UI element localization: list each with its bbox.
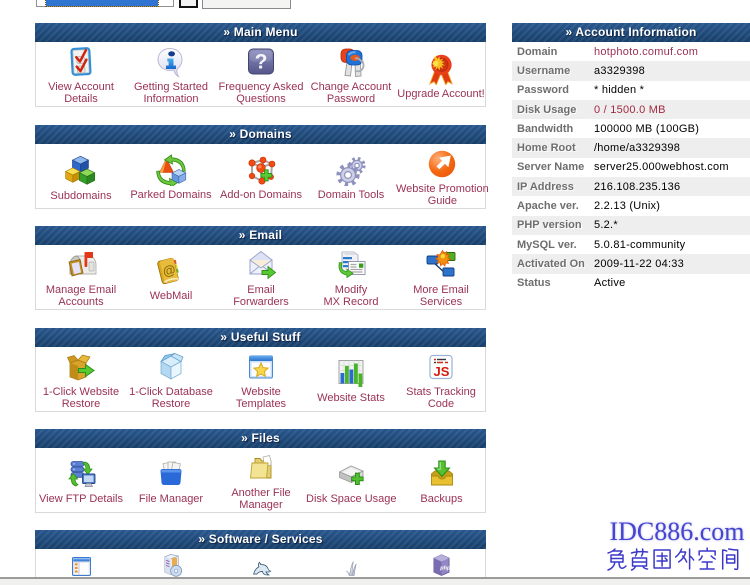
svg-text:?: ? <box>255 50 268 73</box>
svg-text:JS: JS <box>434 364 450 379</box>
svg-text:php: php <box>439 566 451 572</box>
